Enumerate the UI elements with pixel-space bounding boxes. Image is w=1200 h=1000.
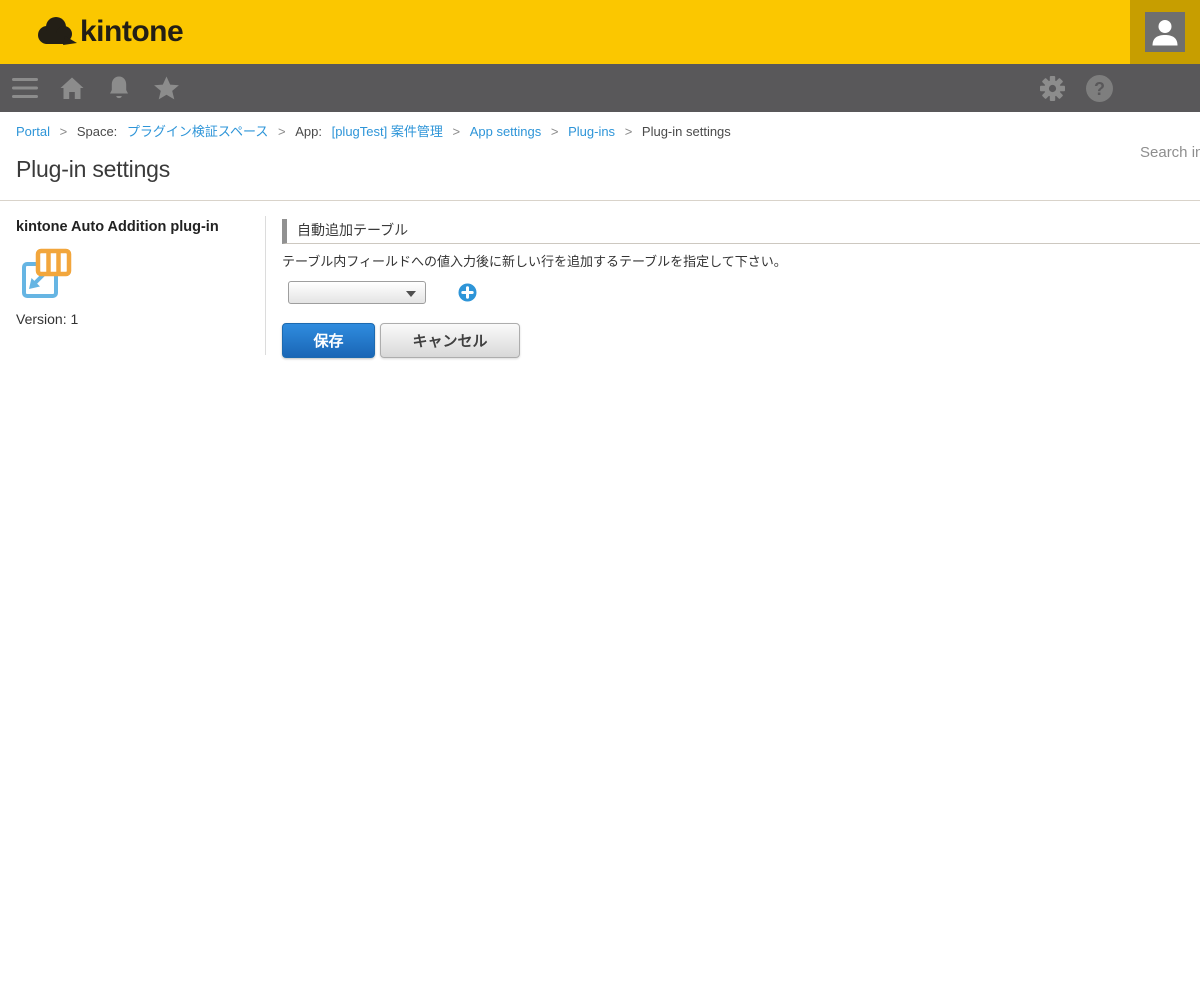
section-title: 自動追加テーブル	[282, 219, 1200, 244]
plugin-version: Version: 1	[16, 311, 256, 327]
breadcrumb-separator: >	[60, 124, 68, 139]
plus-circle-icon	[458, 283, 477, 302]
kintone-cloud-icon	[34, 14, 78, 50]
dropdown-arrow-icon	[406, 291, 416, 297]
plugin-name: kintone Auto Addition plug-in	[16, 219, 256, 235]
breadcrumb-link-plugins[interactable]: Plug-ins	[568, 124, 615, 139]
menu-button[interactable]	[10, 64, 40, 112]
section-description: テーブル内フィールドへの値入力後に新しい行を追加するテーブルを指定して下さい。	[282, 251, 1200, 270]
table-select[interactable]	[288, 281, 426, 304]
table-select-value	[289, 282, 425, 285]
breadcrumb-link-portal[interactable]: Portal	[16, 124, 50, 139]
add-table-button[interactable]	[458, 283, 477, 302]
kintone-window: kintone	[0, 0, 1200, 1000]
breadcrumb-separator: >	[278, 124, 286, 139]
kintone-logo[interactable]: kintone	[34, 0, 183, 64]
user-avatar-icon	[1145, 12, 1185, 52]
home-icon	[59, 76, 85, 100]
breadcrumb-separator: >	[452, 124, 460, 139]
home-button[interactable]	[56, 64, 88, 112]
title-divider	[0, 200, 1200, 201]
help-button[interactable]: ?	[1082, 64, 1116, 112]
breadcrumb: Portal > Space: プラグイン検証スペース > App: [plug…	[16, 121, 737, 140]
sidebar-divider	[265, 216, 266, 355]
settings-button[interactable]	[1036, 64, 1068, 112]
plugin-settings-form: 自動追加テーブル テーブル内フィールドへの値入力後に新しい行を追加するテーブルを…	[282, 219, 1200, 358]
breadcrumb-current: Plug-in settings	[642, 124, 731, 139]
question-mark-glyph: ?	[1094, 79, 1105, 99]
breadcrumb-link-app[interactable]: [plugTest] 案件管理	[332, 124, 443, 139]
favorite-star-icon	[153, 75, 180, 101]
top-header: kintone	[0, 0, 1200, 64]
hamburger-menu-icon	[12, 77, 38, 99]
user-avatar[interactable]	[1145, 12, 1185, 52]
breadcrumb-separator: >	[551, 124, 559, 139]
page-title: Plug-in settings	[16, 156, 170, 183]
kintone-logo-text: kintone	[80, 15, 183, 49]
breadcrumb-app-prefix: App:	[295, 124, 322, 139]
account-area	[1130, 0, 1200, 64]
breadcrumb-separator: >	[625, 124, 633, 139]
help-icon: ?	[1085, 74, 1114, 103]
settings-gear-icon	[1039, 75, 1066, 102]
breadcrumb-space-prefix: Space:	[77, 124, 117, 139]
cancel-button[interactable]: キャンセル	[380, 323, 520, 358]
plugin-icon	[20, 247, 72, 299]
table-select-row	[288, 281, 1200, 304]
plugin-info-panel: kintone Auto Addition plug-in Version: 1	[16, 219, 256, 327]
global-nav: ?	[0, 64, 1200, 112]
search-input[interactable]	[1128, 128, 1200, 176]
breadcrumb-link-space[interactable]: プラグイン検証スペース	[127, 124, 268, 139]
notification-bell-icon	[108, 75, 130, 101]
save-button[interactable]: 保存	[282, 323, 375, 358]
form-actions: 保存 キャンセル	[282, 323, 1200, 358]
notifications-button[interactable]	[103, 64, 135, 112]
breadcrumb-link-app-settings[interactable]: App settings	[470, 124, 542, 139]
favorites-button[interactable]	[150, 64, 182, 112]
